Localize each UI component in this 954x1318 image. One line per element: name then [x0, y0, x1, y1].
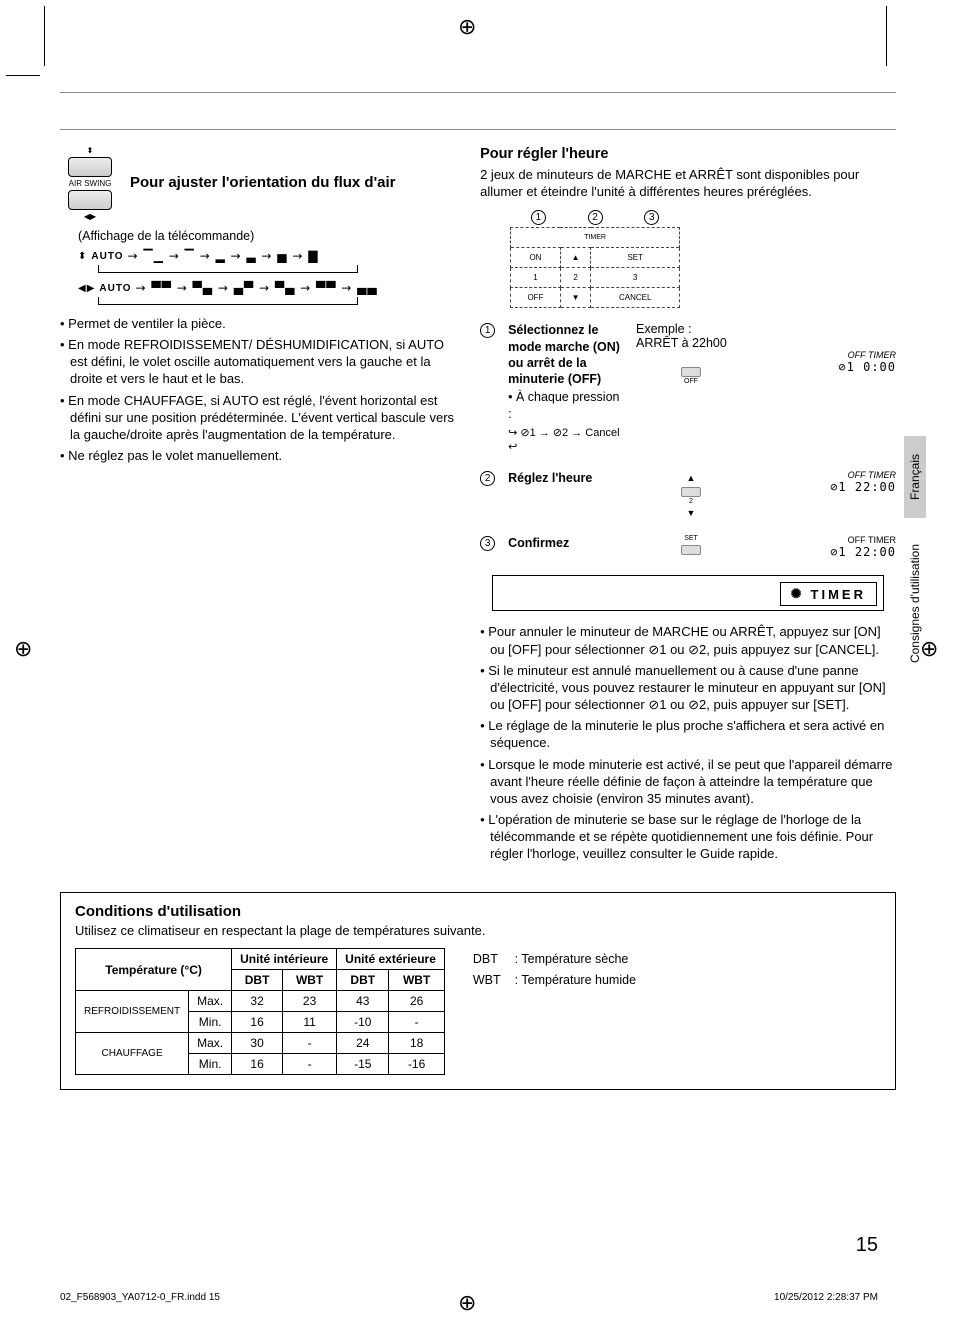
left-column: ⬍ AIR SWING ◀▶ Pour ajuster l'orientatio… — [60, 146, 456, 866]
unit-timer-display: ✺ TIMER — [492, 575, 884, 611]
bullet-item: Permet de ventiler la pièce. — [60, 315, 456, 332]
registration-mark-icon: ⊕ — [14, 636, 32, 662]
conditions-subtitle: Utilisez ce climatiseur en respectant la… — [75, 923, 881, 938]
num-button-icon — [681, 487, 701, 497]
bullet-item: Pour annuler le minuteur de MARCHE ou AR… — [480, 623, 896, 657]
bullet-item: Lorsque le mode minuterie est activé, il… — [480, 756, 896, 807]
bullet-item: Ne réglez pas le volet manuellement. — [60, 447, 456, 464]
timer-intro: 2 jeux de minuteurs de MARCHE et ARRÊT s… — [480, 166, 896, 200]
header-rule — [60, 92, 896, 130]
conditions-legend: DBT: Température sèche WBT: Température … — [465, 948, 644, 992]
registration-mark-icon: ⊕ — [458, 14, 476, 40]
bullet-item: L'opération de minuterie se base sur le … — [480, 811, 896, 862]
timer-step-2: 2 Réglez l'heure ▲ 2 ▼ OFF TIMER ⊘1 22:0… — [480, 470, 896, 519]
lcd-preview: OFF TIMER ⊘1 0:00 — [756, 322, 896, 374]
timer-heading: Pour régler l'heure — [480, 146, 896, 162]
press-sequence: ↪ ⊘1 → ⊘2 → Cancel ↩ — [508, 426, 626, 455]
loop-bracket-icon — [98, 297, 358, 305]
timer-step-3: 3 Confirmez SET OFF TIMER ⊘1 22:00 — [480, 535, 896, 559]
footer-timestamp: 10/25/2012 2:28:37 PM — [774, 1292, 878, 1303]
lcd-preview: OFF TIMER ⊘1 22:00 — [756, 470, 896, 494]
example-block: Exemple : ARRÊT à 22h00 OFF — [636, 322, 746, 385]
registration-mark-icon: ⊕ — [458, 1290, 476, 1316]
bullet-item: En mode CHAUFFAGE, si AUTO est réglé, l'… — [60, 392, 456, 443]
timer-step-1: 1 Sélectionnez le mode marche (ON) ou ar… — [480, 322, 896, 454]
set-button-icon — [681, 545, 701, 555]
off-button-icon — [681, 367, 701, 377]
step-title: Sélectionnez le mode marche (ON) ou arrê… — [508, 323, 620, 386]
step-title: Confirmez — [508, 536, 569, 550]
auto-sequence-horizontal: ◀▶ AUTO → ▀▀ → ▀▄ → ▄▀ → ▀▄ → ▀▀ → ▄▄ — [78, 281, 456, 295]
air-swing-notes: Permet de ventiler la pièce. En mode REF… — [60, 315, 456, 464]
bullet-item: En mode REFROIDISSEMENT/ DÉSHUMIDIFICATI… — [60, 336, 456, 387]
crop-mark — [44, 6, 45, 66]
timer-notes: Pour annuler le minuteur de MARCHE ou AR… — [480, 623, 896, 862]
air-swing-button-icon: ⬍ AIR SWING ◀▶ — [60, 146, 120, 221]
timer-remote-diagram: 1 2 3 TIMER ON ▲ SET 1 2 3 — [510, 210, 680, 308]
air-swing-heading: Pour ajuster l'orientation du flux d'air — [130, 174, 396, 193]
bullet-item: Si le minuteur est annulé manuellement o… — [480, 662, 896, 713]
bullet-item: Le réglage de la minuterie le plus proch… — [480, 717, 896, 751]
remote-display-label: (Affichage de la télécommande) — [78, 229, 456, 243]
step-title: Réglez l'heure — [508, 471, 592, 485]
conditions-table: Température (°C) Unité intérieure Unité … — [75, 948, 445, 1075]
conditions-title: Conditions d'utilisation — [75, 903, 881, 920]
crop-mark — [6, 75, 40, 76]
footer-file: 02_F568903_YA0712-0_FR.indd 15 — [60, 1292, 220, 1303]
auto-sequence-vertical: ⬍ AUTO → ▔▁ → ▔ → ▂ → ▃ → ▅ → ▇ — [78, 249, 456, 263]
lcd-preview: OFF TIMER ⊘1 22:00 — [756, 535, 896, 559]
side-tab-section: Consignes d'utilisation — [904, 526, 926, 681]
side-tab-language: Français — [904, 436, 926, 518]
page-number: 15 — [856, 1234, 878, 1257]
crop-mark — [886, 6, 887, 66]
conditions-box: Conditions d'utilisation Utilisez ce cli… — [60, 892, 896, 1090]
burst-icon: ✺ — [791, 586, 805, 602]
loop-bracket-icon — [98, 265, 358, 273]
right-column: Pour régler l'heure 2 jeux de minuteurs … — [480, 146, 896, 866]
